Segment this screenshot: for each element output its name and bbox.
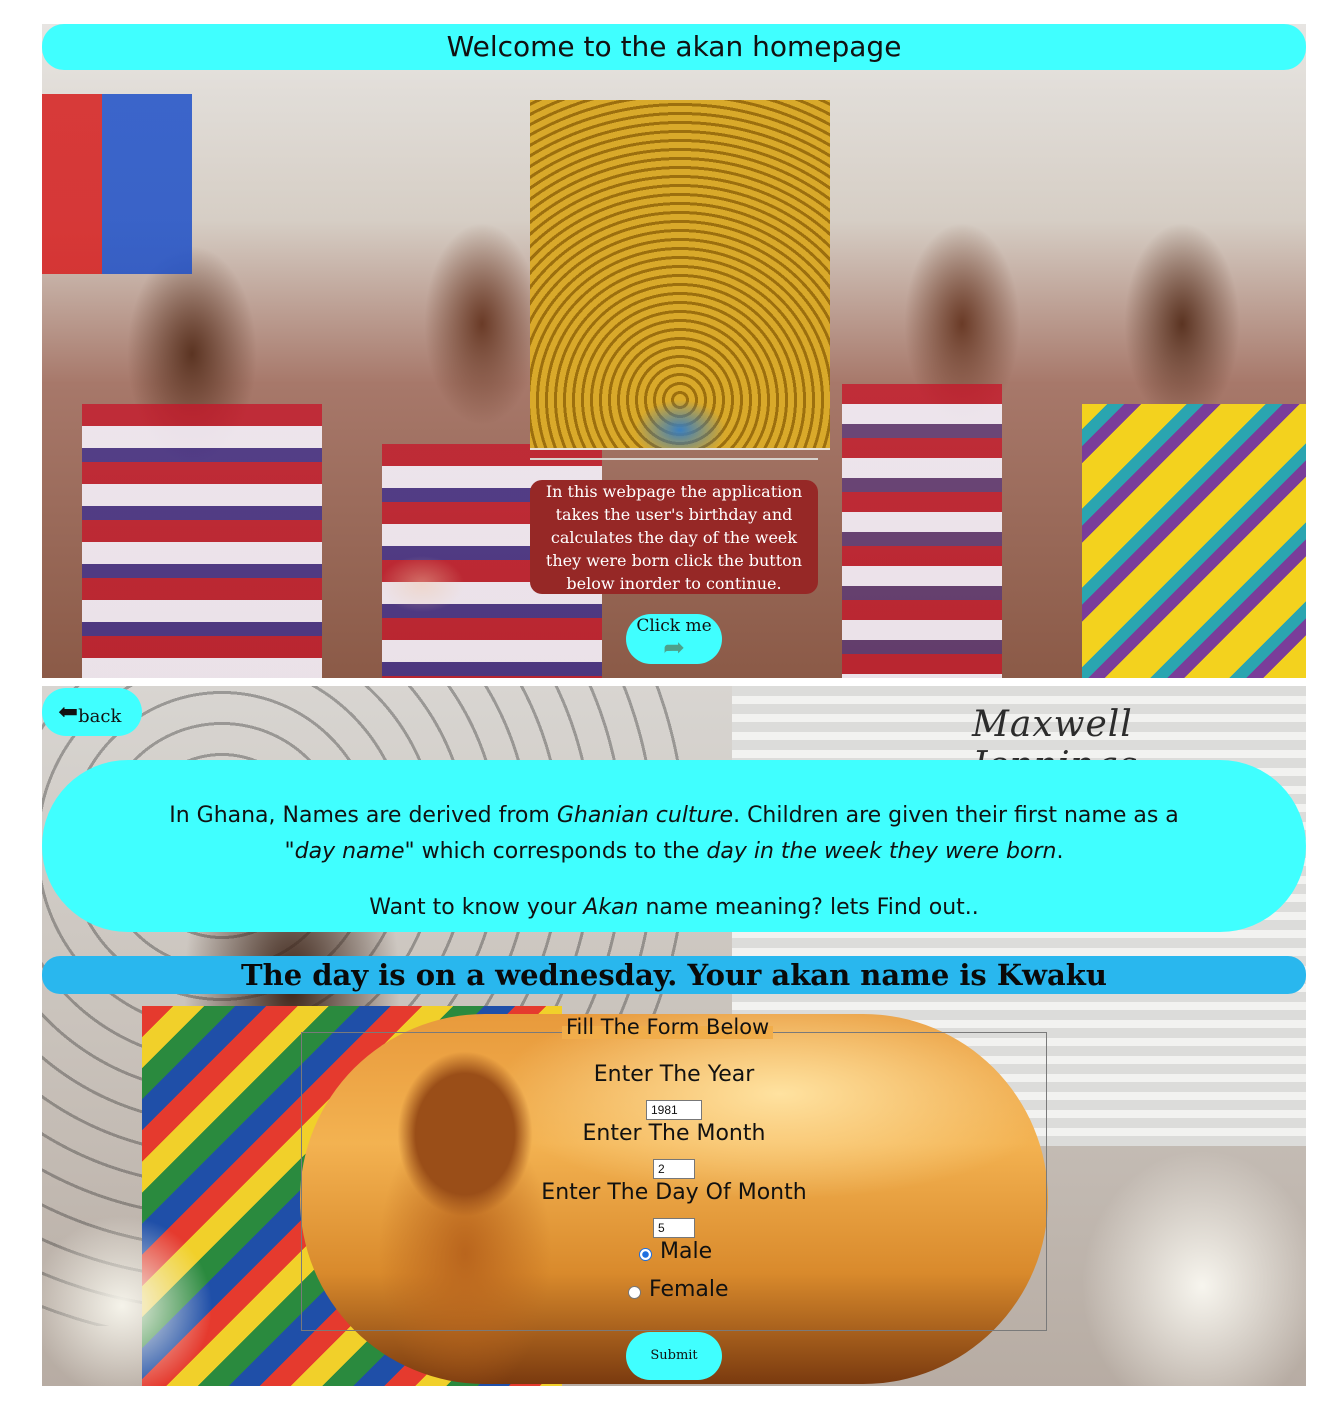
year-label: Enter The Year [593, 1062, 755, 1087]
day-input[interactable] [653, 1218, 695, 1238]
click-me-button[interactable]: Click me ➦ [626, 614, 722, 664]
intro-box: In Ghana, Names are derived from Ghanian… [42, 760, 1306, 932]
back-button[interactable]: ⬅back [42, 688, 142, 736]
month-label: Enter The Month [582, 1121, 766, 1146]
male-label: Male [660, 1239, 713, 1264]
info-text: In this webpage the application takes th… [545, 482, 803, 593]
reply-arrow-icon: ⬅ [58, 698, 79, 726]
submit-button[interactable]: Submit [626, 1332, 722, 1380]
divider [530, 458, 818, 460]
back-label: back [78, 706, 122, 727]
female-radio[interactable] [628, 1286, 641, 1299]
intro-question: Want to know your Akan name meaning? let… [369, 895, 979, 920]
result-banner: The day is on a wednesday. Your akan nam… [42, 956, 1306, 994]
male-radio[interactable] [639, 1248, 652, 1261]
share-arrow-icon: ➦ [663, 633, 685, 663]
day-label: Enter The Day Of Month [541, 1180, 807, 1205]
female-label: Female [649, 1277, 729, 1302]
month-input[interactable] [653, 1159, 695, 1179]
intro-text: In Ghana, Names are derived from Ghanian… [169, 803, 1179, 864]
form-legend: Fill The Form Below [562, 1015, 774, 1039]
page-title: Welcome to the akan homepage [42, 24, 1306, 70]
hero-section: Welcome to the akan homepage In this web… [42, 24, 1306, 678]
info-box: In this webpage the application takes th… [530, 480, 818, 594]
portrait-image [530, 100, 830, 450]
year-input[interactable] [646, 1100, 702, 1120]
